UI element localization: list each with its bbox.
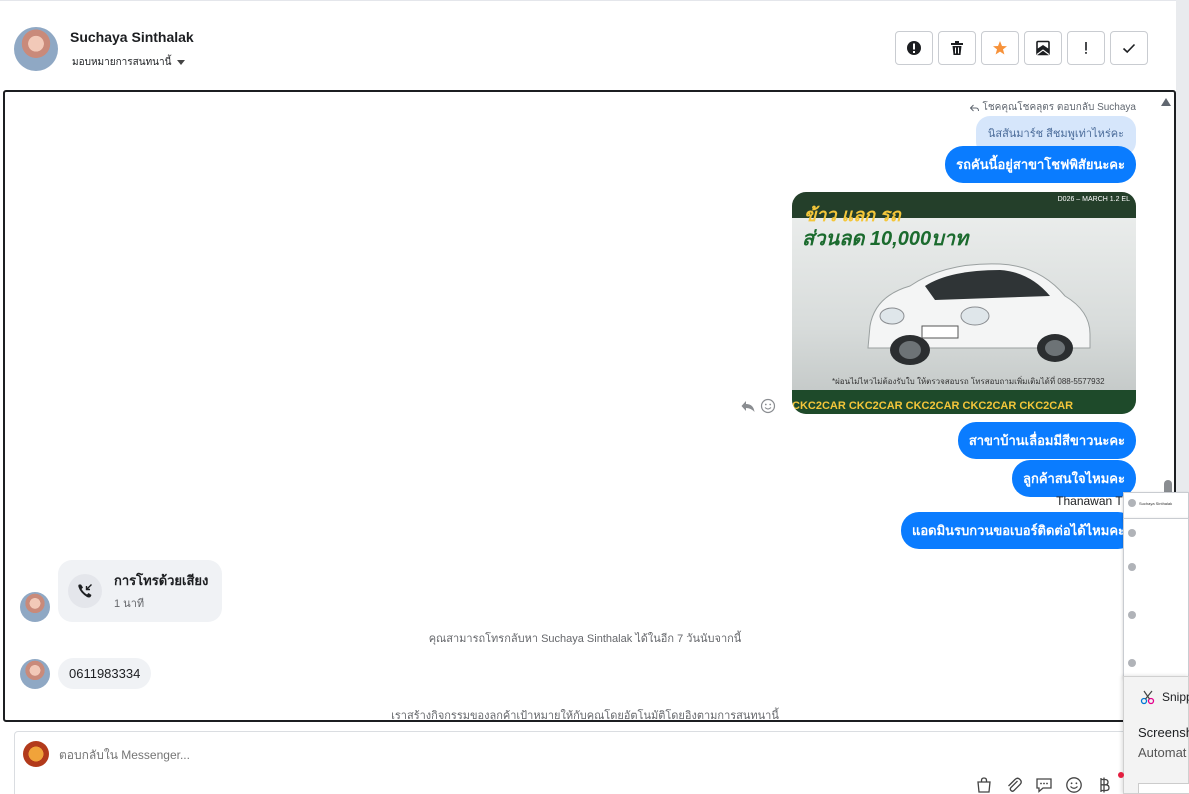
caret-down-icon — [177, 60, 186, 65]
snipping-tool-notification[interactable]: Snipp Screensh Automat — [1123, 676, 1189, 794]
promo-discount: ส่วนลด 10,000บาท — [802, 228, 969, 250]
contact-name[interactable]: Suchaya Sinthalak — [70, 29, 194, 45]
mini-avatar — [1128, 499, 1136, 507]
car-photo-attachment[interactable]: D026 – MARCH 1.2 EL ข้าว แลก รถ ส่วนลด 1… — [792, 192, 1136, 414]
contact-avatar[interactable] — [14, 27, 58, 71]
emoji-icon[interactable] — [1065, 776, 1083, 794]
conversation-header: Suchaya Sinthalak มอบหมายการสนทนานี้ — [0, 0, 1176, 90]
mini-avatar — [1128, 611, 1136, 619]
contact-avatar-small[interactable] — [20, 659, 50, 689]
notification-text: Screensh — [1138, 725, 1189, 740]
exclamation-icon — [1085, 42, 1087, 54]
scissors-icon — [1140, 690, 1155, 705]
mail-icon — [1036, 40, 1050, 56]
callback-note: คุณสามารถโทรกลับหา Suchaya Sinthalak ได้… — [428, 633, 742, 645]
mini-avatar — [1128, 563, 1136, 571]
notification-badge — [1118, 772, 1124, 778]
header-actions — [895, 31, 1148, 65]
scroll-up-arrow-icon[interactable] — [1161, 98, 1171, 106]
promo-code-text: D026 – MARCH 1.2 EL — [1057, 196, 1130, 203]
call-title: การโทรด้วยเสียง — [114, 573, 209, 588]
contact-avatar-small[interactable] — [20, 592, 50, 622]
saved-reply-icon[interactable] — [1035, 776, 1053, 794]
outgoing-message[interactable]: สาขาบ้านเลื่อมมีสีขาวนะคะ — [957, 422, 1136, 459]
star-icon — [993, 41, 1007, 55]
shopping-bag-icon[interactable] — [975, 776, 993, 794]
important-button[interactable] — [1067, 31, 1105, 65]
mini-preview-row — [1128, 563, 1136, 571]
snipping-tool-title: Snipp — [1162, 690, 1189, 704]
notification-subtext: Automat — [1138, 745, 1187, 760]
promo-watermark: CKC2CAR CKC2CAR CKC2CAR CKC2CAR CKC2CAR — [792, 400, 1074, 412]
snipping-tool-title-row: Snipp — [1140, 689, 1189, 705]
capture-thumbnail-header[interactable]: Suchaya Sinthalak — [1123, 492, 1189, 520]
outgoing-message[interactable]: ลูกค้าสนใจไหมคะ — [1012, 460, 1136, 497]
reply-reference: โชคคุณโชคลุตร ตอบกลับ Suchaya — [970, 100, 1136, 115]
composer-tools — [975, 776, 1113, 794]
voice-call-card[interactable]: การโทรด้วยเสียง 1 นาที — [58, 560, 223, 622]
spam-button[interactable] — [895, 31, 933, 65]
mark-unread-button[interactable] — [1024, 31, 1062, 65]
call-duration: 1 นาที — [114, 598, 145, 610]
assign-label: มอบหมายการสนทนานี้ — [72, 57, 172, 68]
incoming-call-icon — [68, 574, 102, 608]
incoming-message-row: 0611983334 — [20, 658, 152, 689]
done-button[interactable] — [1110, 31, 1148, 65]
incoming-call-row: การโทรด้วยเสียง 1 นาที — [20, 560, 223, 622]
page-avatar — [23, 741, 49, 767]
trash-icon — [951, 41, 963, 55]
alert-circle-icon — [907, 41, 921, 55]
check-icon — [1122, 43, 1136, 54]
reply-icon[interactable] — [740, 398, 756, 414]
mini-avatar — [1128, 529, 1136, 537]
reply-reference-text: โชคคุณโชคลุตร ตอบกลับ Suchaya — [982, 102, 1136, 113]
attachment-actions — [740, 398, 776, 414]
star-button[interactable] — [981, 31, 1019, 65]
mini-avatar — [1128, 659, 1136, 667]
messenger-inbox: Suchaya Sinthalak มอบหมายการสนทนานี้ โชค… — [0, 0, 1189, 794]
reply-input[interactable] — [59, 748, 659, 762]
car-illustration — [867, 263, 1091, 365]
react-smiley-icon[interactable] — [760, 398, 776, 414]
capture-thumbnail-thread[interactable] — [1123, 518, 1189, 678]
reply-arrow-icon — [970, 104, 980, 111]
mini-preview-row — [1128, 611, 1136, 619]
incoming-message[interactable]: 0611983334 — [58, 658, 152, 689]
delete-button[interactable] — [938, 31, 976, 65]
mini-preview-text: Suchaya Sinthalak — [1139, 500, 1173, 506]
paperclip-icon[interactable] — [1005, 776, 1023, 794]
message-thread[interactable]: โชคคุณโชคลุตร ตอบกลับ Suchaya นิสสันมาร์… — [3, 90, 1176, 722]
activity-note: เราสร้างกิจกรรมของลูกค้าเป้าหมายให้กับคุ… — [391, 710, 779, 722]
mini-preview-row — [1128, 659, 1136, 667]
outgoing-message[interactable]: แอดมินรบกวนขอเบอร์ติดต่อได้ไหมคะ — [900, 512, 1136, 549]
mini-preview-row — [1128, 529, 1136, 537]
baht-payment-icon[interactable] — [1095, 776, 1113, 794]
reply-composer — [14, 731, 1134, 794]
mini-preview-row: Suchaya Sinthalak — [1128, 499, 1172, 507]
outgoing-message[interactable]: รถคันนี้อยู่สาขาโชฟพิสัยนะคะ — [945, 146, 1136, 183]
assign-conversation-dropdown[interactable]: มอบหมายการสนทนานี้ — [72, 55, 186, 70]
promo-caption: *ผ่อนไม่ไหวไม่ต้องรับใบ ให้ตรวจสอบรถ โทร… — [832, 377, 1105, 386]
notification-preview — [1138, 783, 1189, 793]
